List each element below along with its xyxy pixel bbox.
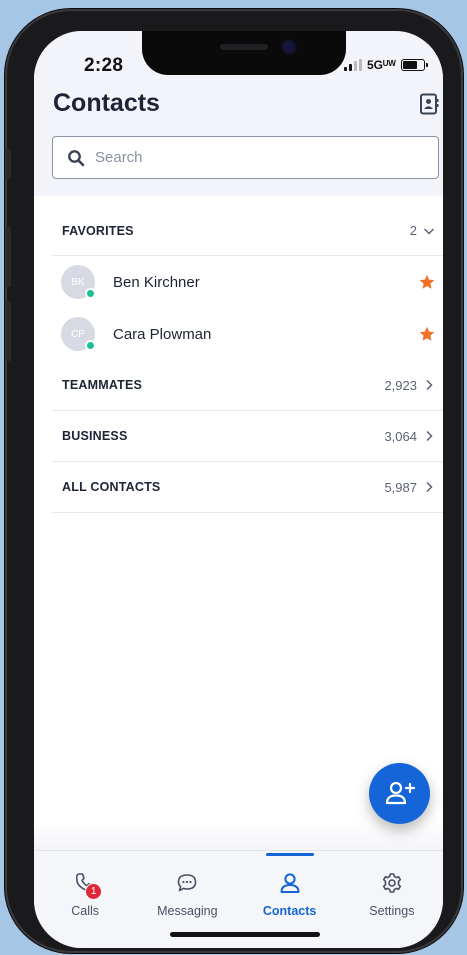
status-indicators: 5Gᵁᵂ <box>344 57 428 73</box>
chevron-right-icon <box>426 379 433 391</box>
section-meta: 5,987 <box>384 480 435 495</box>
gear-icon <box>380 871 404 895</box>
search-icon <box>68 149 85 166</box>
status-time: 2:28 <box>84 55 124 76</box>
contact-book-icon[interactable] <box>419 93 439 115</box>
section-meta: 2,923 <box>384 378 435 393</box>
presence-online-indicator <box>85 288 96 299</box>
section-business[interactable]: BUSINESS 3,064 <box>52 411 443 462</box>
phone-frame: 2:28 5Gᵁᵂ Contacts Search FAVORITES 2 BK… <box>5 9 463 953</box>
section-meta: 3,064 <box>384 429 435 444</box>
tab-label: Messaging <box>157 904 218 918</box>
avatar-initials: CP <box>71 328 85 340</box>
contact-name: Cara Plowman <box>113 325 212 343</box>
front-camera <box>283 41 295 53</box>
tab-calls[interactable]: 1 Calls <box>34 851 136 948</box>
home-indicator <box>170 932 320 937</box>
add-contact-button[interactable] <box>369 763 430 824</box>
avatar: BK <box>61 265 96 299</box>
contact-name: Ben Kirchner <box>113 273 200 291</box>
notification-badge: 1 <box>85 883 103 900</box>
avatar: CP <box>61 317 96 351</box>
screen: 2:28 5Gᵁᵂ Contacts Search FAVORITES 2 BK… <box>34 31 443 948</box>
search-field[interactable] <box>52 136 439 179</box>
tabbar-fade <box>34 821 443 851</box>
star-icon[interactable] <box>419 326 435 342</box>
tab-label: Contacts <box>262 904 317 918</box>
contacts-list: FAVORITES 2 BK Ben Kirchner CP Cara Plow… <box>52 206 443 513</box>
person-icon <box>278 871 302 895</box>
mute-switch <box>6 149 11 179</box>
section-favorites[interactable]: FAVORITES 2 <box>52 206 443 256</box>
speaker-grille <box>220 44 268 50</box>
phone-icon: 1 <box>73 871 103 900</box>
section-count: 5,987 <box>384 479 417 495</box>
star-icon[interactable] <box>419 274 435 290</box>
tab-label: Settings <box>369 904 415 918</box>
add-contact-icon <box>385 781 415 804</box>
chevron-right-icon <box>426 481 433 493</box>
network-type: 5Gᵁᵂ <box>367 58 396 72</box>
section-count: 3,064 <box>384 428 417 444</box>
section-count: 2,923 <box>384 377 417 393</box>
volume-down-button <box>6 301 11 361</box>
section-meta: 2 <box>410 223 435 238</box>
page-title: Contacts <box>53 89 160 117</box>
contact-row-cara-plowman[interactable]: CP Cara Plowman <box>52 308 443 360</box>
tab-label: Calls <box>71 904 100 918</box>
section-label: FAVORITES <box>62 223 134 238</box>
avatar-initials: BK <box>71 276 85 288</box>
tab-settings[interactable]: Settings <box>341 851 443 948</box>
section-label: TEAMMATES <box>62 378 143 392</box>
section-teammates[interactable]: TEAMMATES 2,923 <box>52 360 443 411</box>
section-label: ALL CONTACTS <box>62 480 161 494</box>
battery-icon <box>400 59 428 71</box>
search-input[interactable] <box>95 149 395 166</box>
section-all-contacts[interactable]: ALL CONTACTS 5,987 <box>52 462 443 513</box>
presence-online-indicator <box>85 340 96 351</box>
active-tab-indicator <box>265 853 314 856</box>
chat-bubble-icon <box>175 871 199 895</box>
section-count: 2 <box>409 223 417 238</box>
section-label: BUSINESS <box>62 429 128 443</box>
volume-up-button <box>6 227 11 287</box>
signal-icon <box>344 59 362 71</box>
chevron-right-icon <box>426 430 433 442</box>
chevron-down-icon <box>423 227 435 235</box>
contact-row-ben-kirchner[interactable]: BK Ben Kirchner <box>52 256 443 308</box>
notch <box>142 31 346 75</box>
